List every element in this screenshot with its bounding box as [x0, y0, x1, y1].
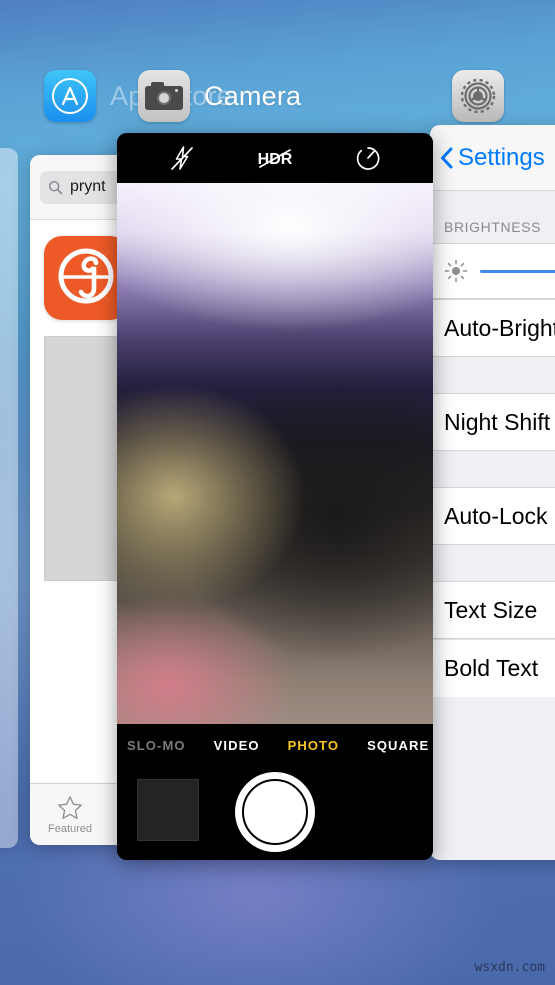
settings-section-gap-3 — [430, 545, 555, 581]
chevron-left-icon[interactable] — [440, 147, 453, 169]
settings-row-auto-lock[interactable]: Auto-Lock — [430, 487, 555, 545]
switcher-app-settings[interactable] — [452, 70, 504, 122]
settings-section-gap-4 — [430, 697, 555, 793]
prynt-logo-glyph — [58, 248, 114, 304]
camera-mode-square[interactable]: SQUARE — [367, 738, 429, 753]
settings-section-gap-2 — [430, 451, 555, 487]
camera-mode-video[interactable]: VIDEO — [214, 738, 260, 753]
settings-back-button-label[interactable]: Settings — [458, 144, 545, 172]
search-icon — [48, 180, 63, 194]
sun-icon — [444, 259, 468, 283]
settings-row-bold-text[interactable]: Bold Text — [430, 639, 555, 697]
shutter-button[interactable] — [235, 772, 315, 852]
settings-row-text-size[interactable]: Text Size — [430, 581, 555, 639]
app-card-settings[interactable]: Settings BRIGHTNESS Auto-Brightness Nigh… — [430, 125, 555, 860]
camera-top-controls: HDR — [117, 133, 433, 183]
camera-mode-slo-mo[interactable]: SLO-MO — [127, 738, 186, 753]
camera-flash-dot — [175, 89, 178, 92]
camera-mode-selector[interactable]: SLO-MO VIDEO PHOTO SQUARE — [117, 724, 433, 766]
switcher-app-camera[interactable]: Camera — [138, 70, 301, 122]
settings-row-auto-brightness[interactable]: Auto-Brightness — [430, 299, 555, 357]
settings-nav-bar: Settings — [430, 125, 555, 191]
hdr-off-icon[interactable]: HDR — [248, 143, 302, 173]
switcher-app-label-camera: Camera — [204, 80, 302, 111]
prynt-app-icon[interactable] — [44, 236, 128, 320]
camera-bottom-bar: SLO-MO VIDEO PHOTO SQUARE — [117, 724, 433, 860]
appstore-icon[interactable] — [44, 70, 96, 122]
appstore-stylus-a-glyph — [61, 86, 79, 106]
app-switcher-header: App Store Camera — [0, 60, 555, 132]
timer-glyph — [357, 147, 380, 170]
search-input-value: prynt — [70, 178, 106, 195]
camera-controls-row — [117, 770, 433, 858]
camera-icon[interactable] — [138, 70, 190, 122]
gear-icon-glyph — [460, 78, 496, 114]
tab-featured[interactable]: Featured — [30, 795, 110, 835]
app-card-camera[interactable]: HDR SLO-MO VIDEO PHOTO SQUARE — [117, 133, 433, 860]
camera-lens — [157, 91, 171, 105]
flash-off-glyph — [170, 146, 193, 170]
tab-featured-label: Featured — [47, 822, 93, 835]
settings-row-night-shift[interactable]: Night Shift — [430, 393, 555, 451]
watermark: wsxdn.com — [474, 960, 545, 975]
settings-gear-icon[interactable] — [452, 70, 504, 122]
brightness-slider[interactable] — [480, 269, 555, 273]
app-card-partial-hidden[interactable] — [0, 148, 18, 848]
hdr-off-glyph: HDR — [258, 149, 293, 168]
star-icon — [58, 795, 82, 819]
settings-section-gap-1 — [430, 357, 555, 393]
shutter-inner-ring — [242, 779, 308, 845]
timer-icon[interactable] — [353, 143, 383, 173]
flash-off-icon[interactable] — [167, 143, 197, 173]
camera-viewfinder-preview[interactable] — [117, 183, 433, 724]
camera-mode-photo[interactable]: PHOTO — [288, 738, 340, 753]
brightness-slider-row[interactable] — [430, 243, 555, 299]
photo-thumbnail[interactable] — [137, 779, 199, 841]
settings-group-header-brightness: BRIGHTNESS — [444, 219, 542, 235]
